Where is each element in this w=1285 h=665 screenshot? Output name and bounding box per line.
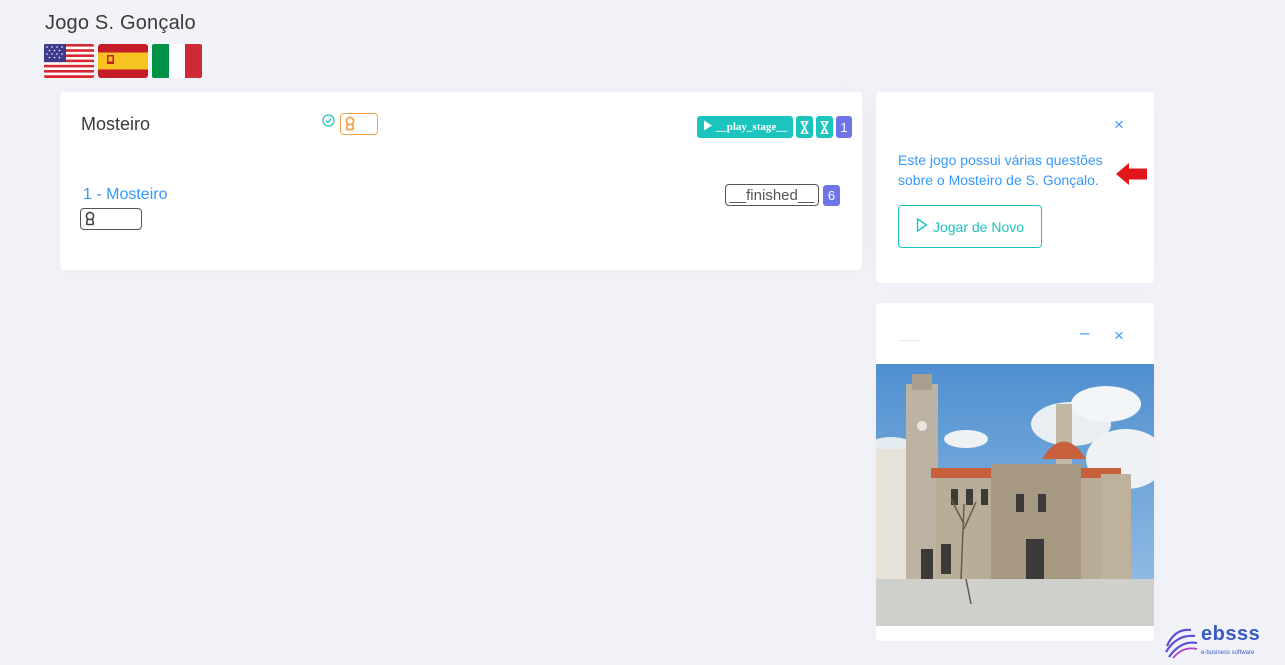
award-icon bbox=[344, 116, 356, 136]
stage-card: Mosteiro __play_stage__ 1 1 - Mosteiro _… bbox=[60, 92, 862, 270]
award-icon bbox=[84, 211, 96, 231]
hourglass-icon bbox=[796, 116, 813, 138]
image-card: – × bbox=[876, 303, 1154, 641]
spain-flag-icon[interactable] bbox=[98, 44, 148, 78]
play-stage-label: __play_stage__ bbox=[715, 121, 788, 133]
award-badge bbox=[340, 113, 378, 135]
close-icon[interactable]: × bbox=[1114, 327, 1124, 344]
hourglass-icon bbox=[816, 116, 833, 138]
monastery-photo bbox=[876, 364, 1154, 626]
logo-text: ebsss bbox=[1201, 623, 1261, 645]
level-count-badge: 6 bbox=[823, 185, 840, 206]
play-stage-button[interactable]: __play_stage__ bbox=[697, 116, 793, 138]
minimize-icon[interactable]: – bbox=[1080, 324, 1089, 341]
level-link[interactable]: 1 - Mosteiro bbox=[83, 186, 167, 204]
logo-icon bbox=[1163, 624, 1199, 665]
card-title-placeholder bbox=[898, 340, 920, 341]
language-flags bbox=[44, 44, 202, 78]
check-circle-icon bbox=[322, 114, 335, 132]
play-again-label: Jogar de Novo bbox=[932, 218, 1025, 235]
close-icon[interactable]: × bbox=[1114, 116, 1124, 133]
info-text: Este jogo possui várias questões sobre o… bbox=[898, 152, 1103, 188]
logo-tagline: e-business software bbox=[1201, 650, 1255, 656]
level-award-badge bbox=[80, 208, 142, 230]
app-title: Jogo S. Gonçalo bbox=[45, 12, 196, 34]
stage-badges: __play_stage__ 1 bbox=[697, 116, 852, 138]
play-outline-icon bbox=[916, 217, 928, 235]
ebsss-logo: ebsss e-business software bbox=[1163, 624, 1260, 665]
stage-title: Mosteiro bbox=[81, 114, 151, 134]
play-again-button[interactable]: Jogar de Novo bbox=[898, 205, 1042, 248]
play-icon bbox=[703, 120, 713, 134]
finished-status-button[interactable]: __finished__ bbox=[725, 184, 819, 206]
italy-flag-icon[interactable] bbox=[152, 44, 202, 78]
info-card: × Este jogo possui várias questões sobre… bbox=[876, 92, 1154, 283]
us-flag-icon[interactable] bbox=[44, 44, 94, 78]
stage-count-badge: 1 bbox=[836, 116, 852, 138]
arrow-left-icon bbox=[1116, 162, 1148, 191]
